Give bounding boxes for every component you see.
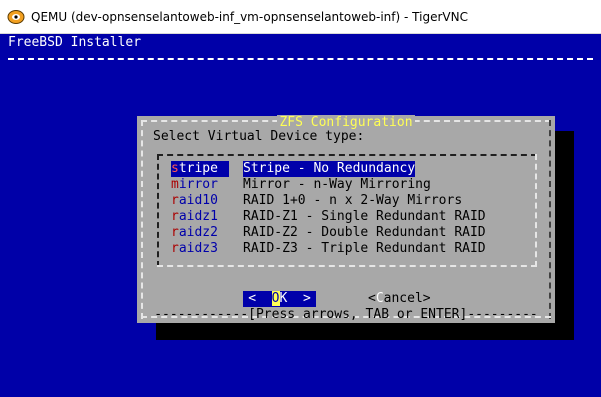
ok-button[interactable]: < OK >: [243, 291, 316, 307]
cancel-button[interactable]: <Cancel>: [368, 291, 431, 307]
qemu-app-icon: [7, 8, 25, 26]
vnc-screen[interactable]: FreeBSD Installer ZFS Configuration Sele…: [0, 34, 601, 397]
key-hint: ------------[Press arrows, TAB or ENTER]…: [137, 307, 555, 323]
window-title: QEMU (dev-opnsenselantoweb-inf_vm-opnsen…: [31, 9, 468, 24]
dialog-controls: < OK > <Cancel> ------------[Press arrow…: [137, 116, 555, 366]
hint-text: [Press arrows, TAB or ENTER]: [248, 307, 468, 322]
hint-dashes-right: ---------: [467, 307, 538, 322]
window-titlebar: QEMU (dev-opnsenselantoweb-inf_vm-opnsen…: [0, 0, 601, 34]
installer-header: FreeBSD Installer: [8, 35, 142, 50]
header-divider: [8, 58, 593, 60]
hint-dashes-left: ------------: [154, 307, 249, 322]
